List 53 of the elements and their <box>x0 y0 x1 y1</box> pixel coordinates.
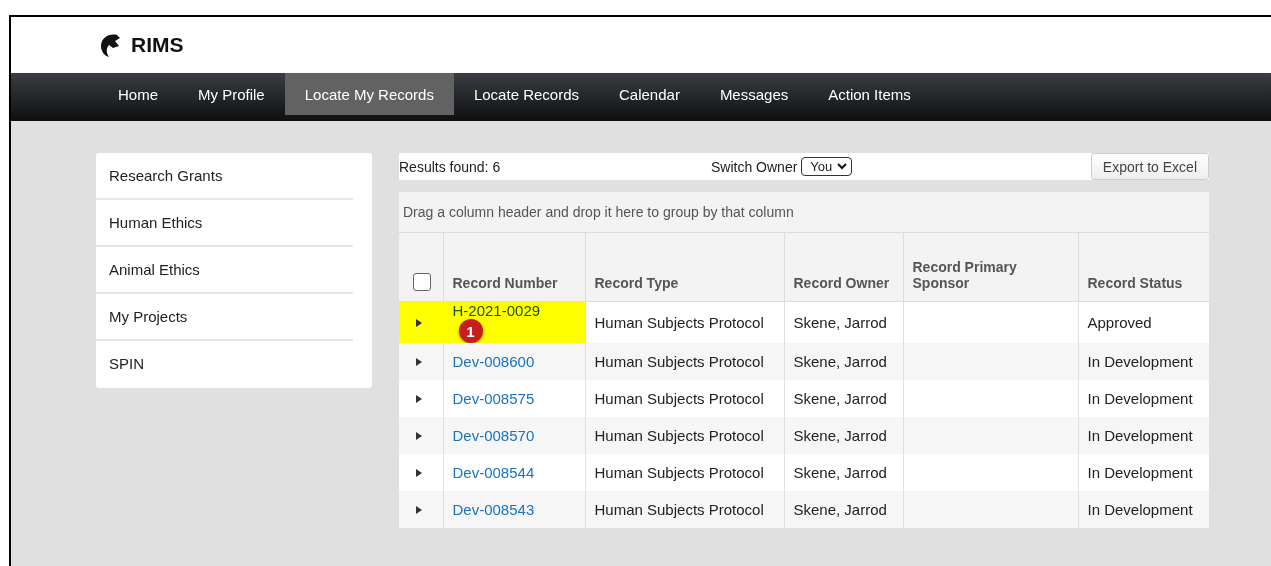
nav-tab[interactable]: Action Items <box>808 73 931 115</box>
column-header[interactable]: Record Owner <box>784 233 903 302</box>
sidebar-item[interactable]: Human Ethics <box>96 200 353 247</box>
table-cell: Approved <box>1087 314 1152 331</box>
record-link[interactable]: Dev-008544 <box>452 464 535 481</box>
column-header[interactable]: Record Primary Sponsor <box>903 233 1078 302</box>
record-link[interactable]: Dev-008575 <box>452 390 535 407</box>
table-cell: In Development <box>1087 390 1193 407</box>
table-cell: Skene, Jarrod <box>793 501 887 518</box>
column-header[interactable]: Record Status <box>1078 233 1209 302</box>
expand-arrow-icon[interactable] <box>415 357 423 366</box>
table-cell: Human Subjects Protocol <box>594 390 764 407</box>
column-header[interactable]: Record Type <box>585 233 784 302</box>
table-cell: Human Subjects Protocol <box>594 353 764 370</box>
chevron-down-icon <box>837 163 848 170</box>
table-cell: Skene, Jarrod <box>793 464 887 481</box>
sidebar-item[interactable]: My Projects <box>96 294 353 341</box>
expand-arrow-icon[interactable] <box>415 431 423 440</box>
table-cell: Human Subjects Protocol <box>594 314 764 331</box>
group-hint: Drag a column header and drop it here to group by that column <box>399 192 1209 233</box>
table-cell: Human Subjects Protocol <box>594 427 764 444</box>
table-cell: Skene, Jarrod <box>793 353 887 370</box>
callout-badge: 1 <box>458 319 483 343</box>
table-cell: Human Subjects Protocol <box>594 501 764 518</box>
table-cell: In Development <box>1087 427 1193 444</box>
select-all-checkbox[interactable] <box>413 273 431 291</box>
nav-tab[interactable]: My Profile <box>178 73 285 115</box>
nav-tab[interactable]: Locate My Records <box>284 73 454 115</box>
sidebar-item[interactable]: SPIN <box>96 341 353 386</box>
table-cell: Human Subjects Protocol <box>594 464 764 481</box>
expand-arrow-icon[interactable] <box>415 505 423 514</box>
table-cell: In Development <box>1087 353 1193 370</box>
sidebar-item[interactable]: Animal Ethics <box>96 247 353 294</box>
expand-arrow-icon[interactable] <box>415 394 423 403</box>
table-cell: Skene, Jarrod <box>793 427 887 444</box>
nav-tab[interactable]: Home <box>98 73 178 115</box>
nav-tab[interactable]: Locate Records <box>453 73 599 115</box>
column-header[interactable]: Record Number <box>443 233 585 302</box>
owner-dropdown[interactable]: You <box>801 157 853 176</box>
results-count: Results found: 6 <box>399 158 501 175</box>
expand-arrow-icon[interactable] <box>415 318 423 327</box>
table-cell: In Development <box>1087 501 1193 518</box>
export-button[interactable]: Export to Excel <box>1090 153 1209 180</box>
table-cell: Skene, Jarrod <box>793 390 887 407</box>
record-link[interactable]: H-2021-0029 <box>452 302 541 319</box>
nav-tab[interactable]: Calendar <box>599 73 700 115</box>
sidebar-item[interactable]: Research Grants <box>96 153 353 200</box>
expand-arrow-icon[interactable] <box>415 468 423 477</box>
switch-owner-label: Switch Owner <box>711 158 798 175</box>
nav-tab[interactable]: Messages <box>699 73 809 115</box>
table-cell: In Development <box>1087 464 1193 481</box>
app-logo-text: RIMS <box>131 33 184 57</box>
table-cell: Skene, Jarrod <box>793 314 887 331</box>
